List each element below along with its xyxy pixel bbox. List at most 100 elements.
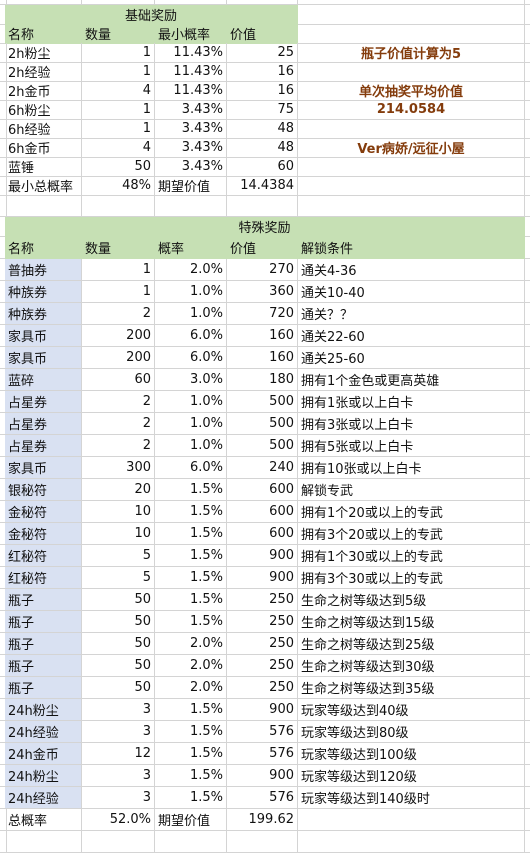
cell[interactable] [525, 303, 530, 325]
value-cell[interactable]: 1.5% [155, 721, 227, 743]
cell[interactable] [525, 43, 530, 63]
value-cell[interactable]: 11.43% [155, 81, 227, 101]
value-cell[interactable]: 48 [227, 119, 298, 139]
cell[interactable] [298, 5, 525, 25]
author-credit[interactable]: Ver病娇/远征小屋 [298, 138, 525, 158]
value-cell[interactable]: 11.43% [155, 62, 227, 82]
value-cell[interactable]: 900 [227, 765, 298, 787]
value-cell[interactable]: 3 [82, 765, 155, 787]
value-cell[interactable]: 250 [227, 611, 298, 633]
value-cell[interactable]: 2.0% [155, 655, 227, 677]
name-cell[interactable]: 红秘符 [5, 545, 82, 567]
value-cell[interactable]: 500 [227, 391, 298, 413]
cell[interactable] [525, 24, 530, 44]
cell[interactable] [525, 611, 530, 633]
cell[interactable] [525, 138, 530, 158]
value-cell[interactable]: 10 [82, 501, 155, 523]
cell[interactable] [525, 633, 530, 655]
value-cell[interactable]: 2.0% [155, 677, 227, 699]
name-cell[interactable]: 蓝碎 [5, 369, 82, 391]
name-cell[interactable]: 占星券 [5, 391, 82, 413]
value-cell[interactable]: 1.5% [155, 765, 227, 787]
value-cell[interactable]: 50 [82, 611, 155, 633]
cell[interactable] [525, 787, 530, 809]
value-cell[interactable]: 25 [227, 43, 298, 63]
value-cell[interactable]: 576 [227, 787, 298, 809]
value-cell[interactable]: 1 [82, 100, 155, 120]
unlock-condition-cell[interactable]: 拥有10张或以上白卡 [298, 457, 525, 479]
value-cell[interactable]: 6.0% [155, 325, 227, 347]
unlock-condition-cell[interactable]: 通关22-60 [298, 325, 525, 347]
cell[interactable] [525, 567, 530, 589]
average-value-label[interactable]: 单次抽奖平均价值 [298, 81, 525, 101]
cell[interactable] [525, 501, 530, 523]
value-cell[interactable]: 1.0% [155, 303, 227, 325]
unlock-condition-cell[interactable]: 生命之树等级达到5级 [298, 589, 525, 611]
value-cell[interactable]: 1 [82, 119, 155, 139]
cell[interactable] [525, 5, 530, 25]
name-cell[interactable]: 6h经验 [5, 119, 82, 139]
average-value[interactable]: 214.0584 [298, 100, 525, 120]
summary-label[interactable]: 期望价值 [155, 176, 227, 196]
value-cell[interactable]: 4 [82, 138, 155, 158]
value-cell[interactable]: 300 [82, 457, 155, 479]
value-cell[interactable]: 1.5% [155, 545, 227, 567]
cell[interactable] [298, 119, 525, 139]
name-cell[interactable]: 24h粉尘 [5, 765, 82, 787]
value-cell[interactable]: 6.0% [155, 347, 227, 369]
value-cell[interactable]: 250 [227, 589, 298, 611]
value-cell[interactable]: 2 [82, 413, 155, 435]
value-cell[interactable]: 1.5% [155, 567, 227, 589]
unlock-condition-cell[interactable]: 拥有1张或以上白卡 [298, 391, 525, 413]
unlock-condition-cell[interactable]: 玩家等级达到40级 [298, 699, 525, 721]
value-cell[interactable]: 3.0% [155, 369, 227, 391]
cell[interactable] [82, 195, 155, 217]
cell[interactable] [298, 157, 525, 177]
value-cell[interactable]: 6.0% [155, 457, 227, 479]
name-cell[interactable]: 瓶子 [5, 677, 82, 699]
unlock-condition-cell[interactable]: 拥有1个金色或更高英雄 [298, 369, 525, 391]
unlock-condition-cell[interactable]: 拥有1个30或以上的专武 [298, 545, 525, 567]
value-cell[interactable]: 240 [227, 457, 298, 479]
value-cell[interactable]: 900 [227, 567, 298, 589]
name-cell[interactable]: 金秘符 [5, 501, 82, 523]
name-cell[interactable]: 银秘符 [5, 479, 82, 501]
cell[interactable] [525, 721, 530, 743]
cell[interactable] [525, 765, 530, 787]
cell[interactable] [227, 195, 298, 217]
name-cell[interactable]: 红秘符 [5, 567, 82, 589]
cell[interactable] [525, 589, 530, 611]
value-cell[interactable]: 200 [82, 347, 155, 369]
unlock-condition-cell[interactable]: 通关25-60 [298, 347, 525, 369]
name-cell[interactable]: 瓶子 [5, 633, 82, 655]
cell[interactable] [298, 809, 525, 831]
value-cell[interactable]: 50 [82, 677, 155, 699]
cell[interactable] [525, 195, 530, 217]
bottle-value-note[interactable]: 瓶子价值计算为5 [298, 43, 525, 63]
value-cell[interactable]: 3.43% [155, 119, 227, 139]
name-cell[interactable]: 6h粉尘 [5, 100, 82, 120]
value-cell[interactable]: 576 [227, 721, 298, 743]
value-cell[interactable]: 1 [82, 62, 155, 82]
name-cell[interactable]: 蓝锤 [5, 157, 82, 177]
value-cell[interactable]: 1.5% [155, 523, 227, 545]
value-cell[interactable]: 360 [227, 281, 298, 303]
unlock-condition-cell[interactable]: 生命之树等级达到25级 [298, 633, 525, 655]
value-cell[interactable]: 250 [227, 633, 298, 655]
unlock-condition-cell[interactable]: 生命之树等级达到35级 [298, 677, 525, 699]
unlock-condition-cell[interactable]: 生命之树等级达到15级 [298, 611, 525, 633]
name-cell[interactable]: 2h粉尘 [5, 43, 82, 63]
summary-label[interactable]: 期望价值 [155, 809, 227, 831]
cell[interactable] [227, 831, 298, 853]
cell[interactable] [525, 81, 530, 101]
cell[interactable] [525, 237, 530, 259]
value-cell[interactable]: 250 [227, 655, 298, 677]
unlock-condition-cell[interactable]: 玩家等级达到140级时 [298, 787, 525, 809]
cell[interactable] [298, 62, 525, 82]
unlock-condition-cell[interactable]: 拥有3张或以上白卡 [298, 413, 525, 435]
value-cell[interactable]: 4 [82, 81, 155, 101]
value-cell[interactable]: 50 [82, 157, 155, 177]
cell[interactable] [525, 523, 530, 545]
name-cell[interactable]: 2h金币 [5, 81, 82, 101]
value-cell[interactable]: 1.5% [155, 589, 227, 611]
